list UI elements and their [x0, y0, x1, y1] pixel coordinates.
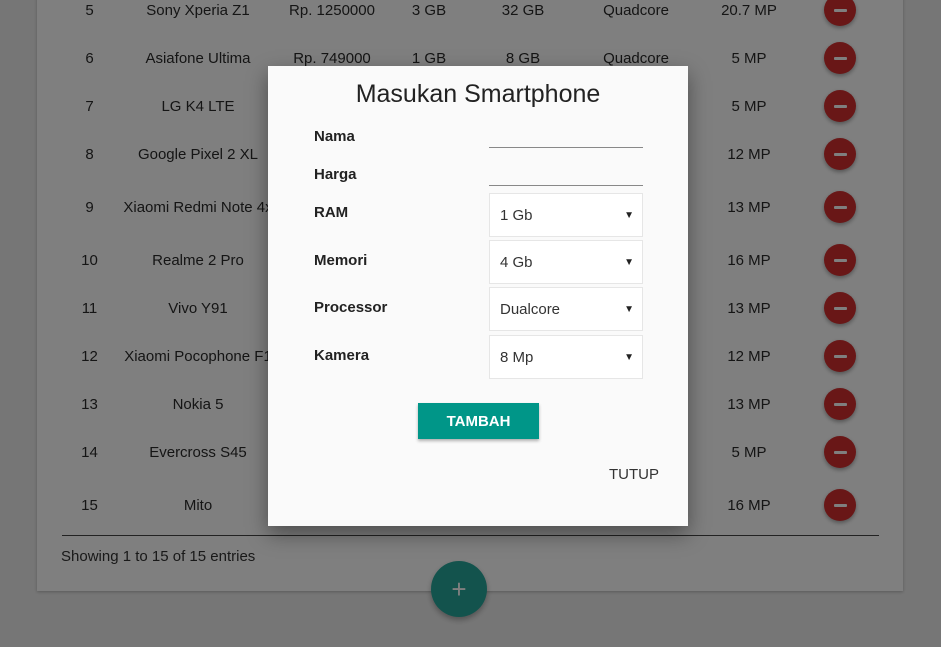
memori-label: Memori: [314, 252, 368, 269]
nama-input[interactable]: [489, 123, 643, 148]
kamera-label: Kamera: [314, 347, 370, 364]
kamera-selected-value: 8 Mp: [500, 348, 534, 366]
tutup-button[interactable]: TUTUP: [609, 466, 659, 483]
memori-selected-value: 4 Gb: [500, 253, 533, 271]
nama-label: Nama: [314, 128, 355, 145]
dropdown-arrow-icon: ▼: [624, 303, 634, 315]
processor-label: Processor: [314, 299, 388, 316]
processor-select[interactable]: Dualcore ▼: [489, 287, 643, 331]
dropdown-arrow-icon: ▼: [624, 209, 634, 221]
harga-label: Harga: [314, 166, 357, 183]
ram-selected-value: 1 Gb: [500, 206, 533, 224]
ram-label: RAM: [314, 204, 349, 221]
kamera-select[interactable]: 8 Mp ▼: [489, 335, 643, 379]
dropdown-arrow-icon: ▼: [624, 351, 634, 363]
ram-select[interactable]: 1 Gb ▼: [489, 193, 643, 237]
modal-title: Masukan Smartphone: [355, 80, 601, 108]
dropdown-arrow-icon: ▼: [624, 256, 634, 268]
add-smartphone-modal: Masukan Smartphone Nama Harga RAM 1 Gb ▼…: [268, 66, 688, 526]
harga-input[interactable]: [489, 161, 643, 186]
memori-select[interactable]: 4 Gb ▼: [489, 240, 643, 284]
tambah-button[interactable]: TAMBAH: [418, 403, 539, 439]
processor-selected-value: Dualcore: [500, 300, 561, 318]
